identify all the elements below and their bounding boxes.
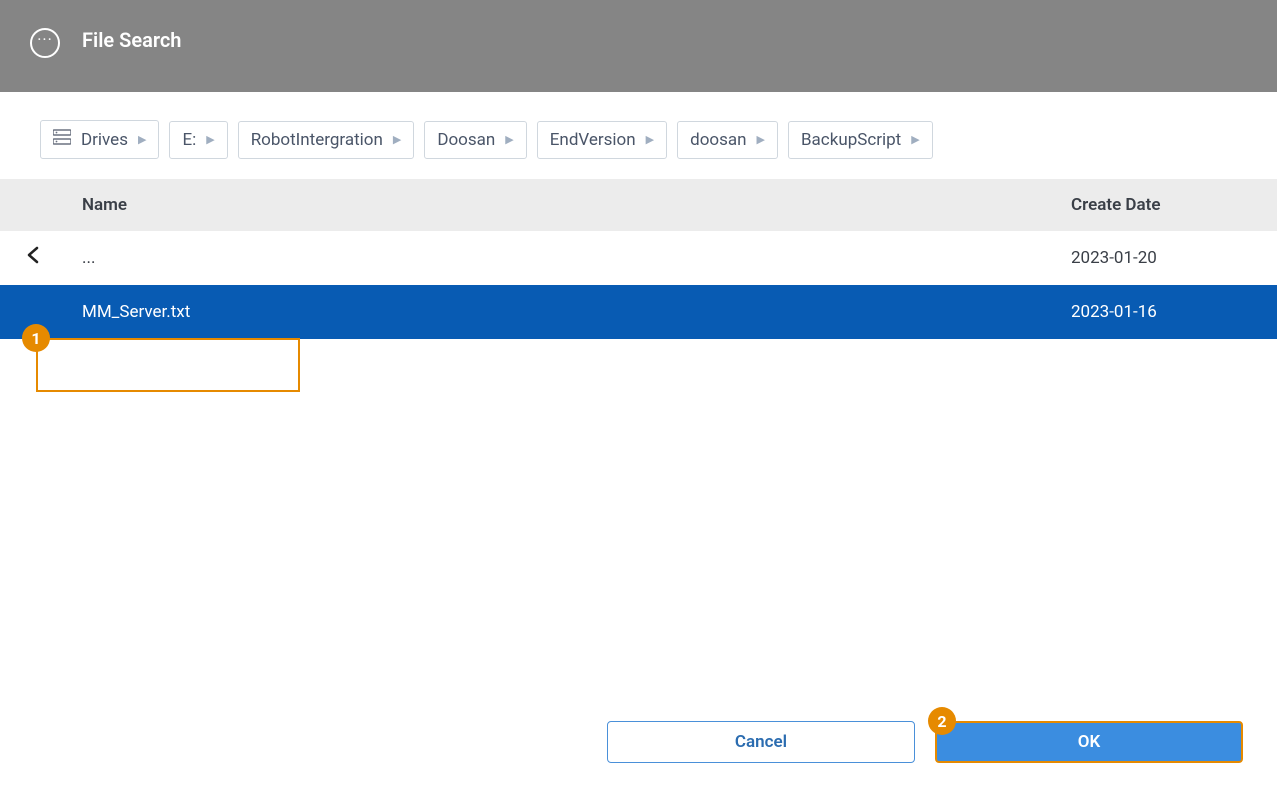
callout-badge-1: 1 xyxy=(22,324,50,352)
drives-icon xyxy=(53,129,71,150)
crumb-doosan[interactable]: Doosan ▶ xyxy=(424,121,526,159)
crumb-endversion[interactable]: EndVersion ▶ xyxy=(537,121,667,159)
callout-highlight-1 xyxy=(36,338,300,392)
ok-label: OK xyxy=(1078,732,1101,752)
crumb-label: RobotIntergration xyxy=(251,130,383,150)
crumb-drives[interactable]: Drives ▶ xyxy=(40,120,159,159)
chevron-right-icon: ▶ xyxy=(393,133,401,146)
breadcrumb: Drives ▶ E: ▶ RobotIntergration ▶ Doosan… xyxy=(0,92,1277,179)
more-options-icon[interactable]: ··· xyxy=(30,28,60,58)
chevron-right-icon: ▶ xyxy=(911,133,919,146)
crumb-label: E: xyxy=(182,130,196,150)
crumb-label: EndVersion xyxy=(550,130,636,150)
dialog-title: File Search xyxy=(82,28,181,52)
dialog-header: ··· File Search xyxy=(0,0,1277,92)
crumb-label: BackupScript xyxy=(801,130,901,150)
crumb-robotintergration[interactable]: RobotIntergration ▶ xyxy=(238,121,415,159)
dialog-footer: Cancel OK xyxy=(607,721,1243,763)
ok-button[interactable]: OK xyxy=(935,721,1243,763)
chevron-right-icon: ▶ xyxy=(505,133,513,146)
cancel-button[interactable]: Cancel xyxy=(607,721,915,763)
row-date-label: 2023-01-20 xyxy=(1071,248,1277,268)
row-name-label: ... xyxy=(82,248,1071,268)
chevron-right-icon: ▶ xyxy=(646,133,654,146)
ellipsis-icon: ··· xyxy=(37,32,53,48)
cancel-label: Cancel xyxy=(735,732,787,752)
column-name[interactable]: Name xyxy=(0,195,1071,215)
chevron-left-icon xyxy=(26,245,40,271)
column-date[interactable]: Create Date xyxy=(1071,195,1277,215)
crumb-label: doosan xyxy=(690,130,746,150)
callout-badge-2: 2 xyxy=(928,707,956,735)
chevron-right-icon: ▶ xyxy=(206,133,214,146)
crumb-label: Doosan xyxy=(437,130,495,150)
table-row-file[interactable]: MM_Server.txt 2023-01-16 xyxy=(0,285,1277,339)
chevron-right-icon: ▶ xyxy=(757,133,765,146)
callout-number: 1 xyxy=(31,329,40,348)
chevron-right-icon: ▶ xyxy=(138,133,146,146)
row-date-label: 2023-01-16 xyxy=(1071,302,1277,322)
table-row-parent[interactable]: ... 2023-01-20 xyxy=(0,231,1277,285)
crumb-e[interactable]: E: ▶ xyxy=(169,121,227,159)
crumb-doosan2[interactable]: doosan ▶ xyxy=(677,121,778,159)
row-name-label: MM_Server.txt xyxy=(82,302,1071,322)
crumb-label: Drives xyxy=(81,130,128,150)
table-header: Name Create Date xyxy=(0,179,1277,231)
crumb-backupscript[interactable]: BackupScript ▶ xyxy=(788,121,933,159)
callout-number: 2 xyxy=(937,712,946,731)
